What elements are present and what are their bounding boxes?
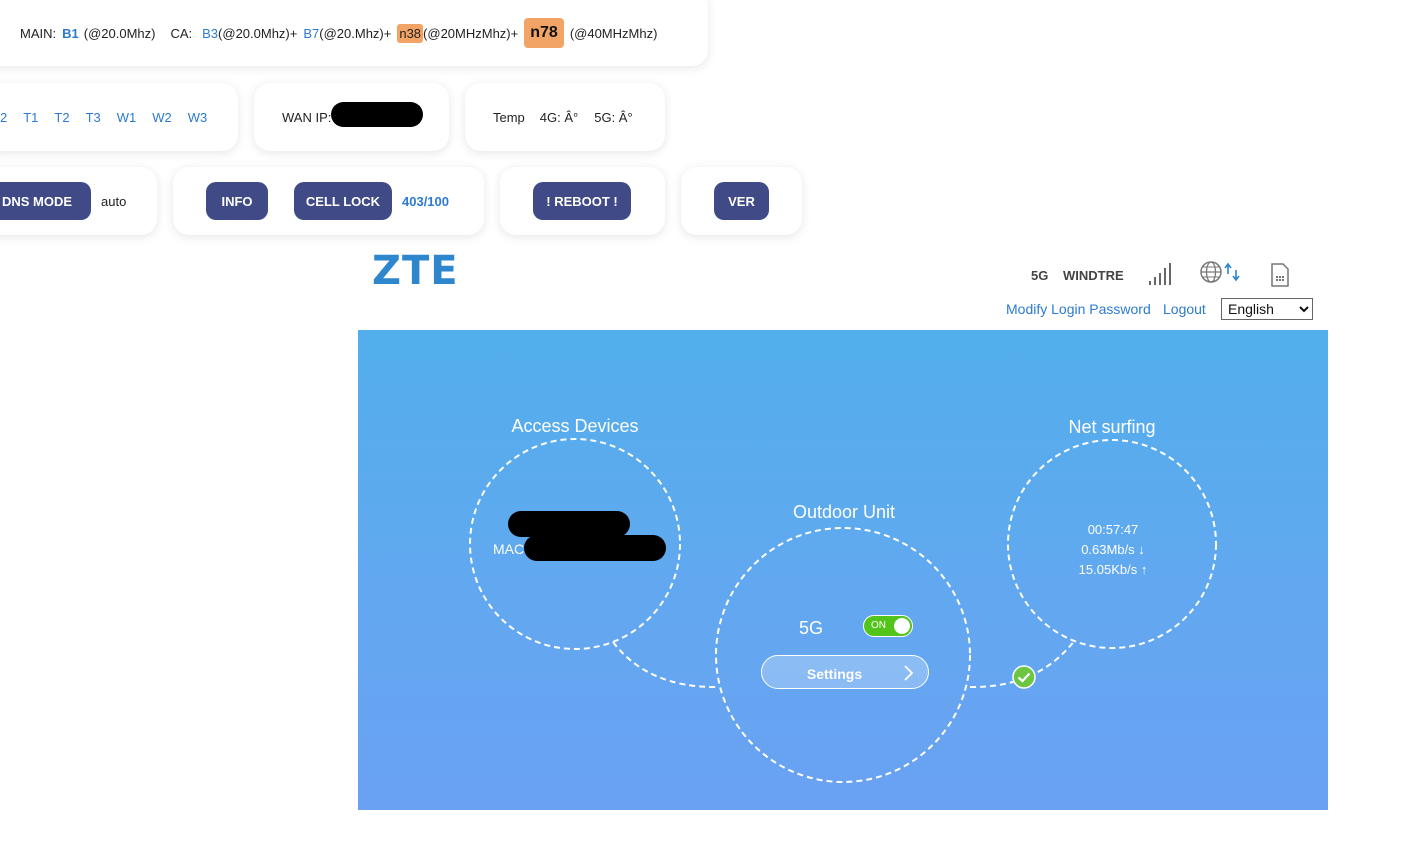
settings-button[interactable]: Settings — [761, 655, 929, 689]
globe-updown-icon — [1200, 261, 1240, 283]
main-band: B1 — [62, 25, 79, 41]
info-button[interactable]: INFO — [206, 182, 268, 220]
outdoor-5g-label: 5G — [799, 618, 824, 638]
access-devices-mac-label: MAC — [493, 541, 525, 557]
main-bandwidth: (@20.0Mhz) — [83, 25, 156, 41]
ca-band-b3: B3 — [202, 25, 219, 41]
modify-login-password-link[interactable]: Modify Login Password — [1006, 301, 1151, 317]
connected-check-icon — [1012, 665, 1036, 689]
reboot-button[interactable]: ! REBOOT ! — [533, 182, 631, 220]
network-type: 5G — [1031, 268, 1049, 283]
language-select[interactable]: English — [1221, 298, 1313, 320]
access-devices-title: Access Devices — [511, 416, 639, 436]
ver-button[interactable]: VER — [714, 182, 769, 220]
ca-band-n38: n38 — [397, 23, 424, 43]
toggle-on-label: ON — [871, 620, 886, 631]
signal-bars-icon — [1149, 263, 1171, 285]
ca-band-n78-bandwidth: (@40MHzMhz) — [569, 25, 658, 41]
logout-link[interactable]: Logout — [1163, 301, 1206, 317]
band-info-card: MAIN: B1 (@20.0Mhz) CA: B3 (@20.0Mhz)+ B… — [0, 0, 708, 66]
ver-card: VER — [681, 167, 802, 235]
mode-link-w2[interactable]: W2 — [152, 110, 172, 125]
ca-band-n38-bandwidth: (@20MHzMhz)+ — [423, 25, 519, 41]
reboot-card: ! REBOOT ! — [500, 167, 665, 235]
toggle-knob — [894, 618, 910, 634]
ca-band-n78: n78 — [524, 18, 564, 48]
mode-link-t2[interactable]: T2 — [54, 110, 69, 125]
settings-label: Settings — [806, 666, 863, 682]
temperature-card: Temp 4G: Â° 5G: Â° — [465, 83, 665, 151]
carrier-name: WINDTRE — [1063, 268, 1124, 283]
ca-label: CA: — [170, 25, 193, 41]
status-panel: Access Devices MAC Outdoor Unit 5G ON Se… — [358, 330, 1328, 810]
temp-4g: 4G: Â° — [539, 109, 579, 125]
chevron-right-icon — [904, 665, 914, 681]
net-surfing-title: Net surfing — [1068, 417, 1156, 437]
cell-lock-button[interactable]: CELL LOCK — [294, 182, 392, 220]
mode-link-t1[interactable]: T1 — [23, 110, 38, 125]
mode-link-2[interactable]: 2 — [0, 110, 7, 125]
access-link-line — [612, 641, 719, 689]
mode-link-t3[interactable]: T3 — [86, 110, 101, 125]
panel-diagram — [469, 438, 1217, 783]
dns-card: DNS MODE auto — [0, 167, 157, 235]
redacted-wan-ip — [331, 102, 423, 127]
mode-link-w3[interactable]: W3 — [188, 110, 208, 125]
outdoor-unit-title: Outdoor Unit — [792, 502, 896, 522]
zte-logo: ZTE — [372, 248, 459, 294]
sim-card-icon — [1271, 263, 1289, 287]
mode-card: 2 T1 T2 T3 W1 W2 W3 — [0, 83, 238, 151]
ca-band-b7-bandwidth: (@20.Mhz)+ — [319, 25, 392, 41]
ca-band-b7: B7 — [303, 25, 320, 41]
outdoor-5g-toggle[interactable]: ON — [863, 615, 913, 637]
dns-mode-value: auto — [101, 193, 127, 209]
download-speed: 0.63Mb/s ↓ — [1081, 542, 1145, 557]
main-label: MAIN: — [20, 25, 57, 41]
temp-5g: 5G: Â° — [594, 109, 633, 125]
mode-link-w1[interactable]: W1 — [117, 110, 137, 125]
redacted-device-name — [508, 511, 630, 537]
info-cell-lock-card: INFO CELL LOCK 403/100 — [173, 167, 484, 235]
connection-uptime: 00:57:47 — [1087, 522, 1139, 537]
redacted-device-mac — [524, 535, 666, 561]
dns-mode-button[interactable]: DNS MODE — [0, 182, 91, 220]
temp-label: Temp — [493, 109, 525, 125]
ca-band-b3-bandwidth: (@20.0Mhz)+ — [218, 25, 298, 41]
upload-speed: 15.05Kb/s ↑ — [1078, 562, 1148, 577]
wan-ip-label: WAN IP: — [282, 109, 332, 125]
cell-lock-value: 403/100 — [402, 193, 449, 209]
